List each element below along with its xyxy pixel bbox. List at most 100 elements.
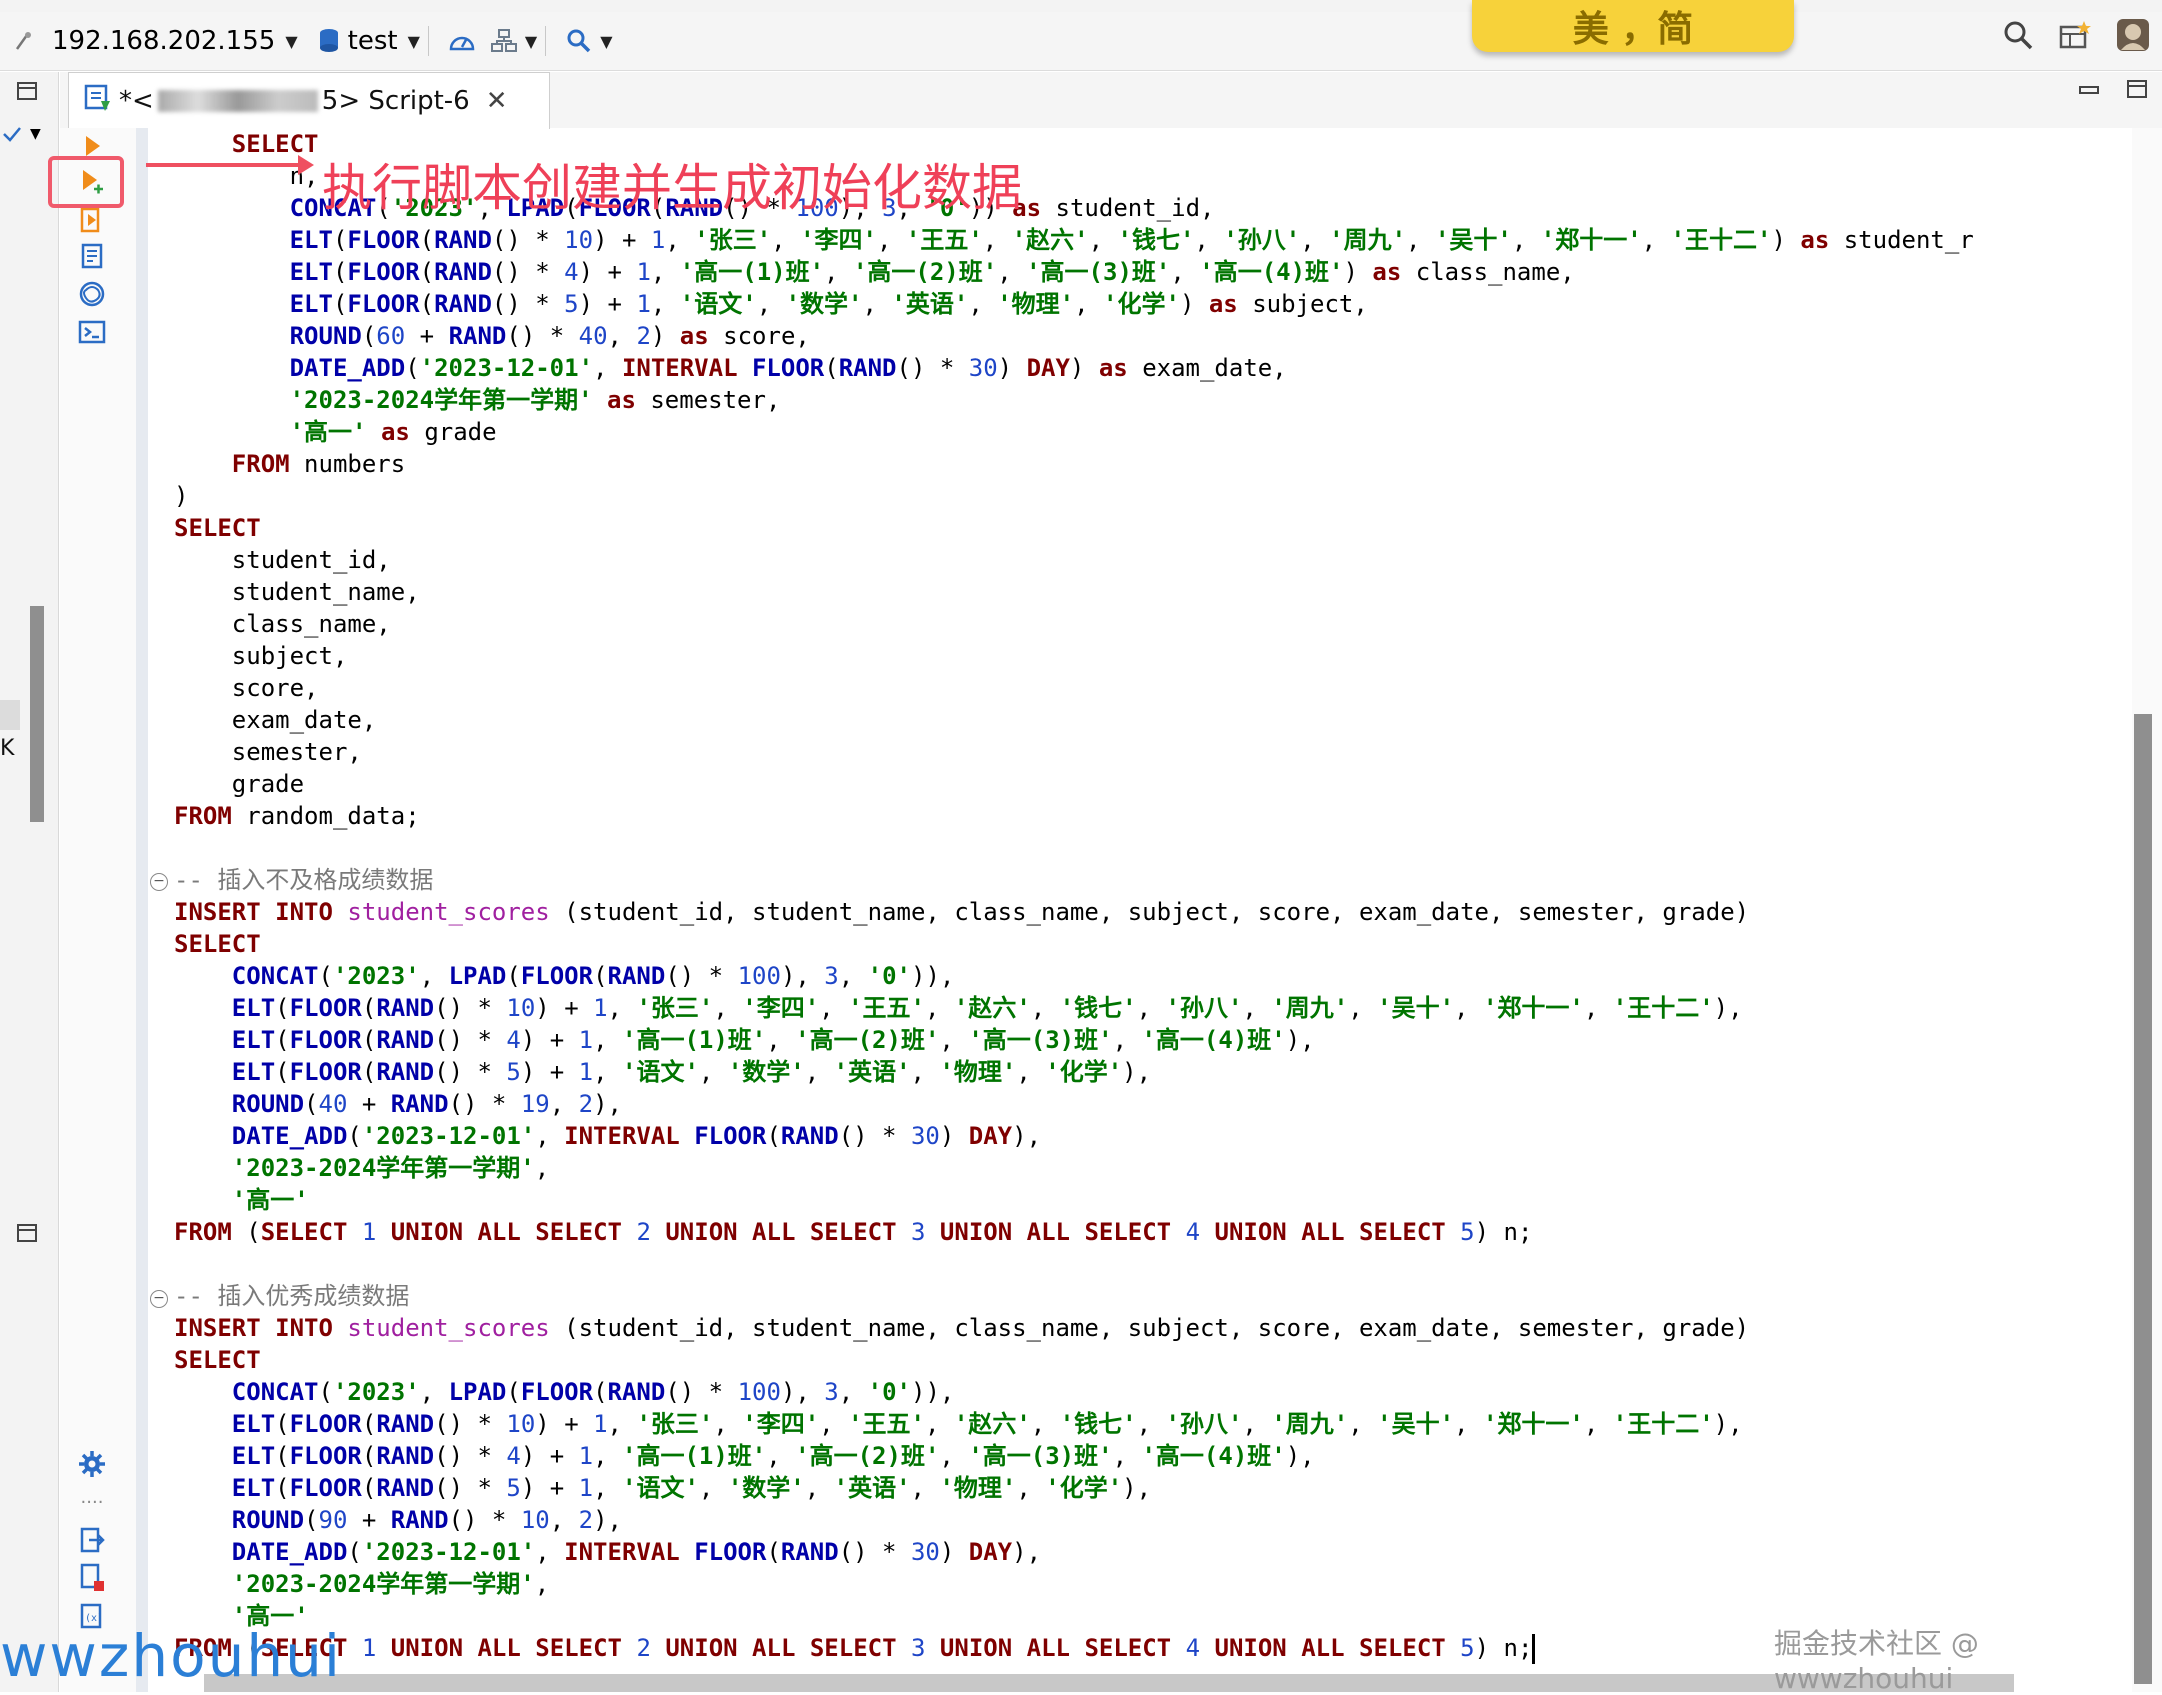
code-line: subject, [231,642,348,670]
chevron-down-icon[interactable]: ▼ [600,32,612,51]
code-line: DATE_ADD('2023-12-01', INTERVAL FLOOR(RA… [289,354,1287,382]
code-line: score, [231,674,319,702]
execute-script-highlight [48,156,124,208]
ai-assistant-icon[interactable] [72,276,112,312]
code-line: ELT(FLOOR(RAND() * 4) + 1, '高一(1)班', '高一… [289,258,1575,286]
code-line: FROM (SELECT 1 UNION ALL SELECT 2 UNION … [174,1218,1533,1246]
code-line: ROUND(90 + RAND() * 10, 2), [231,1506,622,1534]
connection-icon[interactable] [8,24,42,58]
connection-selector[interactable]: 192.168.202.155 ▼ [52,21,298,61]
chevron-down-icon: ▼ [285,31,298,51]
editor-horizontal-scrollbar[interactable] [204,1674,2014,1692]
navigator-truncated-text: K [0,736,15,761]
perspective-icon[interactable] [2058,19,2092,55]
code-line: '2023-2024学年第一学期', [231,1570,550,1598]
watermark-left: wwzhouhui [0,1622,342,1690]
tab-label-prefix: *< [119,86,154,116]
code-line: INSERT INTO student_scores (student_id, … [174,1314,1750,1342]
annotation-arrow [146,155,314,175]
code-line: ) [174,482,189,510]
code-line: ELT(FLOOR(RAND() * 10) + 1, '张三', '李四', … [289,226,1974,254]
code-line: ELT(FLOOR(RAND() * 4) + 1, '高一(1)班', '高一… [231,1026,1315,1054]
code-line: FROM numbers [231,450,406,478]
code-line: FROM random_data; [174,802,420,830]
editor-left-margin [136,128,148,1692]
code-line: student_name, [231,578,420,606]
code-line: CONCAT('2023', LPAD(FLOOR(RAND() * 100),… [231,962,955,990]
editor-tabbar: *< 5> Script-6 ✕ [60,72,2162,129]
fold-toggle-icon[interactable]: − [150,1290,168,1308]
tab-label: 5> Script-6 [321,86,470,116]
code-line: ROUND(60 + RAND() * 40, 2) as score, [289,322,810,350]
annotation-label: 执行脚本创建并生成初始化数据 [322,159,1022,217]
minimize-panel-icon[interactable] [16,80,38,106]
code-line: DATE_ADD('2023-12-01', INTERVAL FLOOR(RA… [231,1538,1042,1566]
user-avatar-icon[interactable] [2116,18,2150,56]
toolbar-divider [427,26,429,56]
close-icon[interactable]: ✕ [486,86,508,116]
redacted-connection-name [157,90,318,112]
settings-icon[interactable] [72,1446,112,1482]
maximize-icon[interactable] [2126,78,2148,105]
main-toolbar: 192.168.202.155 ▼ test ▼ ▼ ▼ [0,12,2162,71]
database-selector[interactable]: test ▼ [348,21,420,61]
chevron-down-icon: ▼ [407,31,420,51]
fold-toggle-icon[interactable]: − [150,873,168,891]
schema-icon[interactable] [487,24,521,58]
navigator-scrollbar[interactable] [30,606,44,822]
toolbar-right [2002,18,2150,56]
dashboard-icon[interactable] [445,24,479,58]
code-line: DATE_ADD('2023-12-01', INTERVAL FLOOR(RA… [231,1122,1042,1150]
code-line: '高一' as grade [289,418,497,446]
more-icon[interactable]: ···· [72,1484,112,1520]
filter-icon [3,127,21,142]
code-line: '高一' [231,1186,309,1214]
database-icon [312,24,346,58]
chevron-down-icon: ▼ [30,126,41,142]
code-line: ROUND(40 + RAND() * 19, 2), [231,1090,622,1118]
minimize-icon[interactable] [2078,78,2100,105]
toolbar-divider [545,26,547,56]
code-line: semester, [231,738,362,766]
code-line: class_name, [231,610,391,638]
chevron-down-icon[interactable]: ▼ [525,32,537,51]
explain-icon[interactable] [72,238,112,274]
code-line: CONCAT('2023', LPAD(FLOOR(RAND() * 100),… [231,1378,955,1406]
code-line: ELT(FLOOR(RAND() * 10) + 1, '张三', '李四', … [231,994,1743,1022]
code-line: INSERT INTO student_scores (student_id, … [174,898,1750,926]
code-line: ELT(FLOOR(RAND() * 10) + 1, '张三', '李四', … [231,1410,1743,1438]
code-line: grade [231,770,305,798]
editor-vertical-scrollbar[interactable] [2134,714,2152,1684]
sql-editor[interactable]: SELECT n, CONCAT('2023', LPAD(FLOOR(RAND… [174,128,2124,1692]
code-line: -- 插入不及格成绩数据 [174,866,434,894]
restore-panel-icon[interactable] [16,1222,38,1248]
sticker-text: 美 ，简 [1572,9,1694,50]
code-line: SELECT [174,514,261,542]
left-side-panel: ▼ [0,72,59,1692]
filter-dropdown[interactable]: ▼ [2,124,41,144]
code-line: -- 插入优秀成绩数据 [174,1282,410,1310]
connection-label: 192.168.202.155 [52,26,276,56]
database-label: test [347,26,398,56]
code-line: '2023-2024学年第一学期' as semester, [289,386,781,414]
code-line: '2023-2024学年第一学期', [231,1154,550,1182]
tab-script-6[interactable]: *< 5> Script-6 ✕ [68,72,550,129]
export-icon[interactable] [72,1522,112,1558]
terminal-icon[interactable] [72,314,112,350]
search-icon[interactable] [562,24,596,58]
editor-side-toolbar: ···· (x) [60,128,136,1692]
editor-window-controls [2078,78,2148,105]
sql-script-icon [83,83,113,120]
text-cursor [1532,1634,1536,1664]
code-line: ELT(FLOOR(RAND() * 5) + 1, '语文', '数学', '… [289,290,1368,318]
code-line: ELT(FLOOR(RAND() * 4) + 1, '高一(1)班', '高一… [231,1442,1315,1470]
code-line: ELT(FLOOR(RAND() * 5) + 1, '语文', '数学', '… [231,1474,1152,1502]
code-line: student_id, [231,546,391,574]
global-search-icon[interactable] [2002,19,2034,55]
navigator-selection [0,700,20,730]
error-file-icon[interactable] [72,1560,112,1596]
code-line: SELECT [174,930,261,958]
code-line: ELT(FLOOR(RAND() * 5) + 1, '语文', '数学', '… [231,1058,1152,1086]
